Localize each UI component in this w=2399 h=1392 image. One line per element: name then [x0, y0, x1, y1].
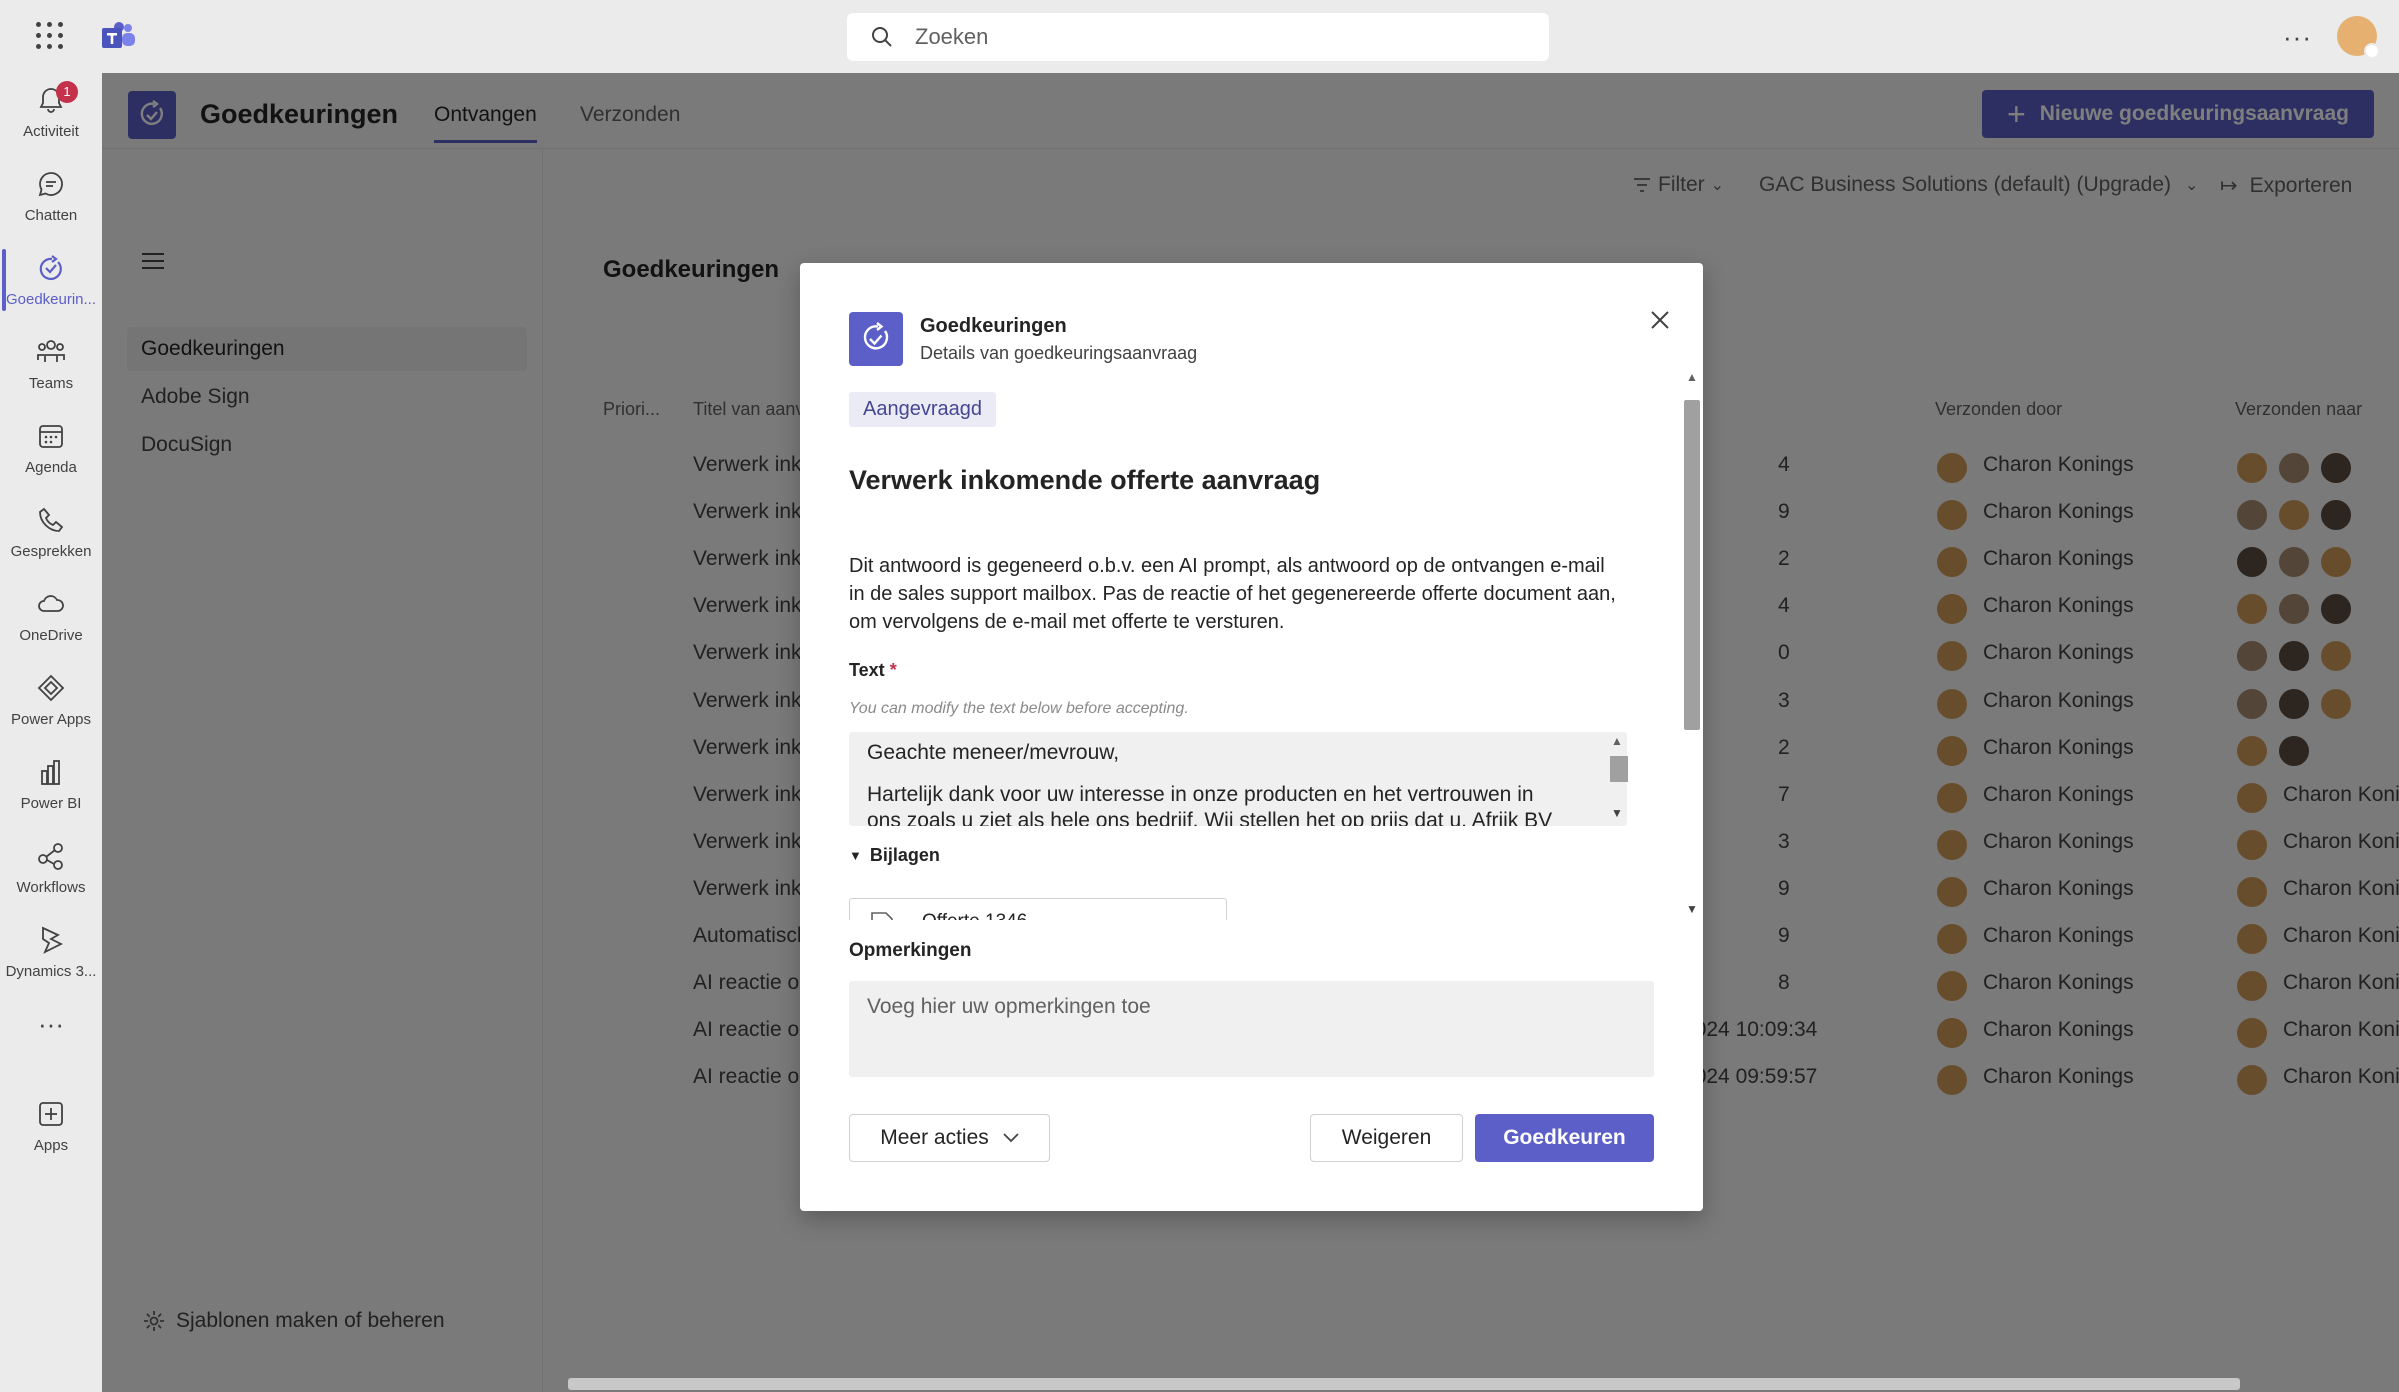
- top-bar: Zoeken ···: [0, 0, 2399, 73]
- rail-label: OneDrive: [19, 627, 83, 644]
- status-badge: Aangevraagd: [849, 392, 996, 427]
- rail-item-dynamics[interactable]: Dynamics 3...: [0, 921, 102, 1001]
- rail-label: Dynamics 3...: [5, 963, 97, 980]
- scroll-up-icon: ▲: [1686, 370, 1698, 384]
- rail-item-calls[interactable]: Gesprekken: [0, 501, 102, 581]
- caret-down-icon: ▼: [849, 848, 862, 863]
- text-line: ons zoals u ziet als hele ons bedrijf. W…: [867, 809, 1553, 826]
- rail-label: Agenda: [25, 459, 77, 476]
- rail-more-apps[interactable]: ···: [0, 1009, 102, 1049]
- more-actions-button[interactable]: Meer acties: [849, 1114, 1050, 1162]
- attachment-card[interactable]: Offerte 1346: [849, 898, 1227, 920]
- text-field-hint: You can modify the text below before acc…: [849, 700, 1189, 717]
- cloud-icon: [38, 595, 64, 612]
- rail-item-teams[interactable]: Teams: [0, 333, 102, 413]
- rail-label: Apps: [33, 1137, 69, 1154]
- presence-status-icon: [2364, 43, 2380, 59]
- teams-icon: [37, 340, 65, 362]
- rail-item-powerbi[interactable]: Power BI: [0, 753, 102, 833]
- text-field-label: Text *: [849, 660, 897, 680]
- app-launcher-icon[interactable]: [36, 22, 64, 50]
- user-avatar[interactable]: [2337, 16, 2380, 59]
- attachments-label: Bijlagen: [869, 845, 940, 865]
- dialog-app-name: Goedkeuringen: [920, 315, 1067, 337]
- more-icon[interactable]: ···: [0, 1009, 102, 1040]
- rail-label: Goedkeurin...: [5, 291, 97, 308]
- response-text-area[interactable]: Geachte meneer/mevrouw, Hartelijk dank v…: [849, 732, 1627, 826]
- remarks-input[interactable]: Voeg hier uw opmerkingen toe: [849, 981, 1654, 1077]
- rail-label: Activiteit: [23, 123, 79, 140]
- rail-label: Workflows: [16, 879, 86, 896]
- more-options-icon[interactable]: ···: [2283, 22, 2312, 53]
- dialog-scrollbar[interactable]: ▲ ▼: [1681, 370, 1701, 920]
- rail-item-workflows[interactable]: Workflows: [0, 837, 102, 917]
- workflows-icon: [38, 843, 63, 870]
- approval-details-dialog: Goedkeuringen Details van goedkeuringsaa…: [800, 263, 1703, 1211]
- scroll-up-icon: ▲: [1611, 734, 1623, 748]
- horizontal-scrollbar[interactable]: [568, 1378, 2240, 1390]
- rail-item-powerapps[interactable]: Power Apps: [0, 669, 102, 749]
- app-rail: 1 Activiteit Chatten Goedkeurin... Teams…: [0, 73, 102, 1392]
- approvals-app-icon: [849, 312, 903, 366]
- dynamics-icon: [42, 926, 64, 954]
- rail-item-onedrive[interactable]: OneDrive: [0, 585, 102, 665]
- approvals-icon: [39, 255, 62, 281]
- request-description: Dit antwoord is gegeneerd o.b.v. een AI …: [849, 555, 1616, 633]
- notification-badge: 1: [56, 81, 78, 103]
- text-area-scrollbar[interactable]: ▲ ▼: [1605, 732, 1628, 826]
- rail-item-chat[interactable]: Chatten: [0, 165, 102, 245]
- search-box[interactable]: Zoeken: [847, 13, 1549, 61]
- dialog-scroll-area[interactable]: Aangevraagd Verwerk inkomende offerte aa…: [849, 370, 1674, 920]
- rail-label: Power BI: [20, 795, 82, 812]
- rail-item-apps[interactable]: Apps: [0, 1095, 102, 1175]
- document-icon: [871, 912, 893, 920]
- phone-icon: [39, 507, 64, 532]
- apps-add-icon: [39, 1102, 63, 1126]
- text-line: Geachte meneer/mevrouw,: [867, 741, 1120, 764]
- rail-item-calendar[interactable]: Agenda: [0, 417, 102, 497]
- reject-button[interactable]: Weigeren: [1310, 1114, 1463, 1162]
- request-title: Verwerk inkomende offerte aanvraag: [849, 465, 1321, 495]
- required-marker: *: [889, 660, 897, 680]
- rail-item-activity[interactable]: 1 Activiteit: [0, 81, 102, 161]
- search-input[interactable]: Zoeken: [915, 24, 988, 50]
- scroll-down-icon: ▼: [1611, 806, 1623, 820]
- scroll-down-icon: ▼: [1686, 902, 1698, 916]
- attachment-name: Offerte 1346: [922, 911, 1027, 920]
- text-line: Hartelijk dank voor uw interesse in onze…: [867, 783, 1534, 806]
- dialog-subtitle: Details van goedkeuringsaanvraag: [920, 343, 1198, 363]
- powerbi-icon: [41, 760, 60, 785]
- remarks-label: Opmerkingen: [849, 940, 972, 961]
- search-icon: [872, 27, 892, 47]
- more-actions-label: Meer acties: [880, 1126, 989, 1149]
- attachments-toggle[interactable]: ▼ Bijlagen: [849, 845, 940, 866]
- rail-label: Chatten: [24, 207, 78, 224]
- rail-label: Teams: [28, 375, 74, 392]
- powerapps-icon: [37, 674, 65, 702]
- close-icon[interactable]: [1648, 308, 1672, 332]
- rail-label: Gesprekken: [10, 543, 92, 560]
- chat-icon: [38, 172, 63, 197]
- teams-logo: [102, 22, 135, 48]
- approve-button[interactable]: Goedkeuren: [1475, 1114, 1654, 1162]
- rail-label: Power Apps: [10, 711, 92, 728]
- rail-item-approvals[interactable]: Goedkeurin...: [0, 249, 102, 329]
- chevron-down-icon: [1003, 1133, 1019, 1143]
- calendar-icon: [39, 425, 63, 448]
